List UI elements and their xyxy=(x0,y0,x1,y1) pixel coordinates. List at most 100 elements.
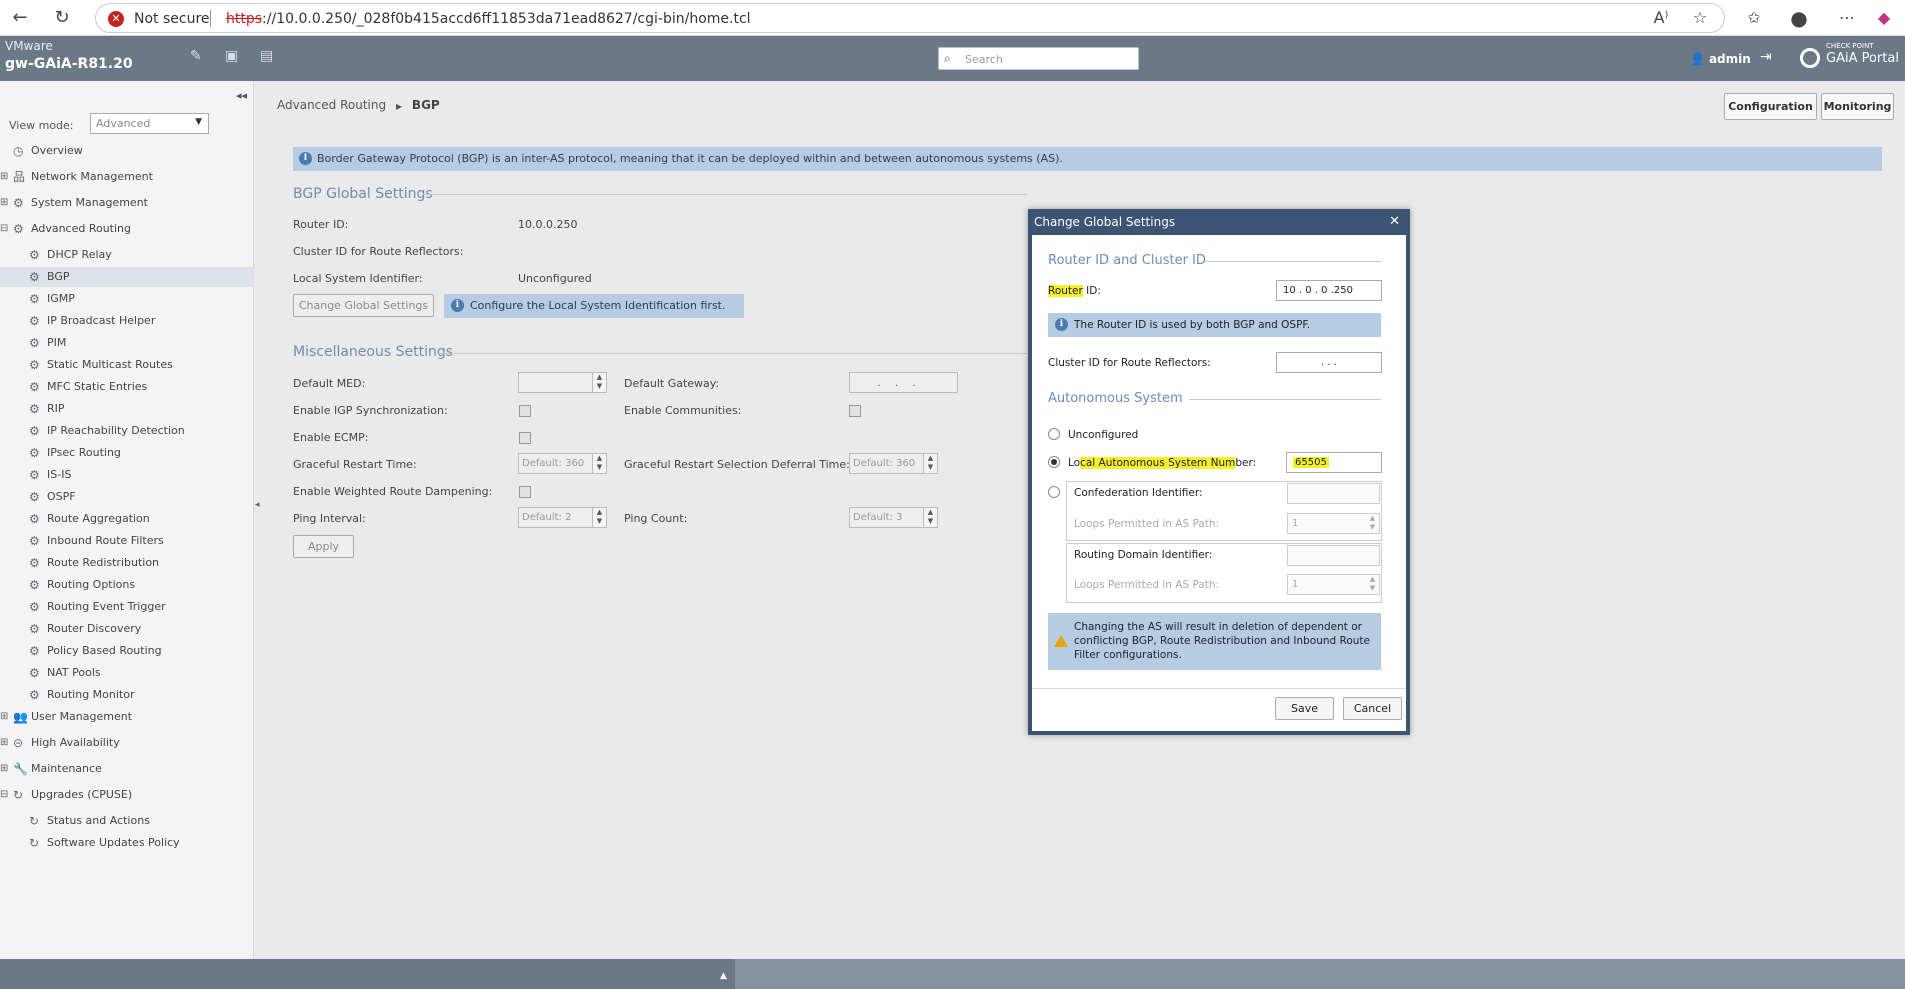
router-icon: ⚙ xyxy=(29,688,40,702)
expand-icon[interactable]: ⊞ xyxy=(0,193,10,213)
sidebar-item-label: DHCP Relay xyxy=(47,248,112,261)
terminal-icon[interactable]: ▣ xyxy=(225,48,238,64)
sidebar-item-inbound-route-filters[interactable]: ⚙ Inbound Route Filters xyxy=(0,531,254,551)
read-aloud-icon[interactable]: A⁾ xyxy=(1649,6,1673,30)
not-secure-icon: ✕ xyxy=(108,11,124,27)
sidebar-item-policy-based-routing[interactable]: ⚙ Policy Based Routing xyxy=(0,641,254,661)
local-as-radio[interactable] xyxy=(1048,456,1060,468)
favorites-icon[interactable]: ✩ xyxy=(1742,6,1766,30)
ping-interval-stepper[interactable]: Default: 2 ▲ ▼ xyxy=(518,507,607,528)
confederation-input[interactable] xyxy=(1287,483,1380,504)
sidebar-item-is-is[interactable]: ⚙ IS-IS xyxy=(0,465,254,485)
sidebar-item-igmp[interactable]: ⚙ IGMP xyxy=(0,289,254,309)
collapse-sidebar-icon[interactable]: ◂◂ xyxy=(236,89,247,102)
search-input[interactable]: Search xyxy=(965,53,1003,66)
sidebar-item-maintenance[interactable]: ⊞ 🔧 Maintenance xyxy=(0,759,254,779)
url-text[interactable]: https://10.0.0.250/_028f0b415accd6ff1185… xyxy=(226,11,751,27)
sidebar-item-system-management[interactable]: ⊞ ⚙ System Management xyxy=(0,193,254,213)
local-as-input[interactable]: 65505 xyxy=(1286,452,1382,473)
graceful-restart-stepper[interactable]: Default: 360 ▲ ▼ xyxy=(518,453,607,474)
collapse-icon[interactable]: ⊟ xyxy=(0,785,10,805)
back-icon[interactable]: ← xyxy=(8,6,32,30)
sidebar-item-ipsec-routing[interactable]: ⚙ IPsec Routing xyxy=(0,443,254,463)
address-bar[interactable]: ✕ Not secure https://10.0.0.250/_028f0b4… xyxy=(95,3,1725,33)
sidebar-item-routing-event-trigger[interactable]: ⚙ Routing Event Trigger xyxy=(0,597,254,617)
sidebar-item-label: IP Reachability Detection xyxy=(47,424,185,437)
reload-icon[interactable]: ↻ xyxy=(50,6,74,30)
user-menu[interactable]: 👤 admin xyxy=(1690,52,1751,66)
default-gateway-input[interactable]: ... xyxy=(849,372,958,393)
tab-configuration[interactable]: Configuration xyxy=(1724,93,1817,120)
dialog-router-id-input[interactable]: 10 . 0 . 0 .250 xyxy=(1276,280,1382,301)
app-header: VMware gw-GAiA-R81.20 ✎ ▣ ▤ ⌕ Search 👤 ad… xyxy=(0,36,1905,81)
wrench-icon[interactable]: ✎ xyxy=(190,48,202,64)
save-button[interactable]: Save xyxy=(1275,697,1334,720)
ping-count-stepper[interactable]: Default: 3 ▲ ▼ xyxy=(849,507,938,528)
sidebar-item-nat-pools[interactable]: ⚙ NAT Pools xyxy=(0,663,254,683)
sidebar-item-network-management[interactable]: ⊞ 品 Network Management xyxy=(0,167,254,187)
sidebar-item-mfc-static-entries[interactable]: ⚙ MFC Static Entries xyxy=(0,377,254,397)
sidebar-item-route-redistribution[interactable]: ⚙ Route Redistribution xyxy=(0,553,254,573)
splitter-handle[interactable]: ◂ xyxy=(255,500,261,540)
expand-icon[interactable]: ⊞ xyxy=(0,707,10,727)
document-icon[interactable]: ▤ xyxy=(260,48,273,64)
sidebar-item-label: Status and Actions xyxy=(47,814,150,827)
communities-checkbox[interactable] xyxy=(849,405,861,417)
confederation-radio[interactable] xyxy=(1048,486,1060,498)
routing-domain-input[interactable] xyxy=(1287,545,1380,566)
sidebar-item-static-multicast-routes[interactable]: ⚙ Static Multicast Routes xyxy=(0,355,254,375)
sidebar-item-status-and-actions[interactable]: ↻ Status and Actions xyxy=(0,811,254,831)
search-box[interactable]: ⌕ Search xyxy=(938,47,1139,70)
sidebar-item-router-discovery[interactable]: ⚙ Router Discovery xyxy=(0,619,254,639)
chevron-up-icon[interactable]: ▲ xyxy=(720,971,727,981)
loops-permitted-stepper-2[interactable]: 1 ▲ ▼ xyxy=(1287,574,1380,595)
sidebar-item-label: Upgrades (CPUSE) xyxy=(31,788,133,801)
unconfigured-radio[interactable] xyxy=(1048,428,1060,440)
collapse-icon[interactable]: ⊟ xyxy=(0,219,10,239)
loops-permitted-stepper-1[interactable]: 1 ▲ ▼ xyxy=(1287,513,1380,534)
sidebar-item-ospf[interactable]: ⚙ OSPF xyxy=(0,487,254,507)
sidebar-item-software-updates-policy[interactable]: ↻ Software Updates Policy xyxy=(0,833,254,853)
graceful-selection-stepper[interactable]: Default: 360 ▲ ▼ xyxy=(849,453,938,474)
tab-monitoring[interactable]: Monitoring xyxy=(1821,93,1894,120)
sidebar-item-label: Network Management xyxy=(31,170,153,183)
igp-sync-checkbox[interactable] xyxy=(519,405,531,417)
apply-button[interactable]: Apply xyxy=(293,535,354,558)
breadcrumb-parent[interactable]: Advanced Routing xyxy=(277,98,386,112)
sidebar-item-pim[interactable]: ⚙ PIM xyxy=(0,333,254,353)
change-global-settings-button[interactable]: Change Global Settings xyxy=(293,294,434,317)
sidebar-item-high-availability[interactable]: ⊞ ⊝ High Availability xyxy=(0,733,254,753)
sidebar-item-route-aggregation[interactable]: ⚙ Route Aggregation xyxy=(0,509,254,529)
sidebar-item-advanced-routing[interactable]: ⊟ ⚙ Advanced Routing xyxy=(0,219,254,239)
default-med-stepper[interactable]: ▲ ▼ xyxy=(518,372,607,393)
route-dampening-checkbox[interactable] xyxy=(519,486,531,498)
confederation-label: Confederation Identifier: xyxy=(1074,487,1203,499)
ecmp-checkbox[interactable] xyxy=(519,432,531,444)
dialog-cluster-id-input[interactable]: . . . xyxy=(1276,352,1382,373)
sidebar-item-user-management[interactable]: ⊞ 👥 User Management xyxy=(0,707,254,727)
sidebar-item-routing-monitor[interactable]: ⚙ Routing Monitor xyxy=(0,685,254,705)
router-icon: ⚙ xyxy=(29,490,40,504)
favorite-star-icon[interactable]: ☆ xyxy=(1688,6,1712,30)
sidebar-item-bgp[interactable]: ⚙ BGP xyxy=(0,267,254,287)
sidebar-item-label: IS-IS xyxy=(47,468,72,481)
cancel-button[interactable]: Cancel xyxy=(1343,697,1402,720)
sidebar-item-routing-options[interactable]: ⚙ Routing Options xyxy=(0,575,254,595)
sidebar-item-upgrades-cpuse[interactable]: ⊟ ↻ Upgrades (CPUSE) xyxy=(0,785,254,805)
sidebar-item-rip[interactable]: ⚙ RIP xyxy=(0,399,254,419)
sidebar-item-ip-reachability-detection[interactable]: ⚙ IP Reachability Detection xyxy=(0,421,254,441)
expand-icon[interactable]: ⊞ xyxy=(0,167,10,187)
sidebar-item-label: Route Redistribution xyxy=(47,556,160,569)
copilot-icon[interactable]: ◆ xyxy=(1872,6,1896,30)
extensions-icon[interactable]: ⋯ xyxy=(1835,6,1859,30)
nav-section-icon: ⚙ xyxy=(13,222,24,236)
expand-icon[interactable]: ⊞ xyxy=(0,733,10,753)
sidebar-item-overview[interactable]: ◷ Overview xyxy=(0,141,254,161)
profile-avatar-icon[interactable]: ● xyxy=(1787,6,1811,30)
view-mode-select[interactable]: Advanced ▼ xyxy=(90,113,209,134)
expand-icon[interactable]: ⊞ xyxy=(0,759,10,779)
sidebar-item-ip-broadcast-helper[interactable]: ⚙ IP Broadcast Helper xyxy=(0,311,254,331)
close-icon[interactable]: ✕ xyxy=(1389,209,1400,235)
sidebar-item-dhcp-relay[interactable]: ⚙ DHCP Relay xyxy=(0,245,254,265)
logout-icon[interactable]: ⇥ xyxy=(1760,49,1772,65)
